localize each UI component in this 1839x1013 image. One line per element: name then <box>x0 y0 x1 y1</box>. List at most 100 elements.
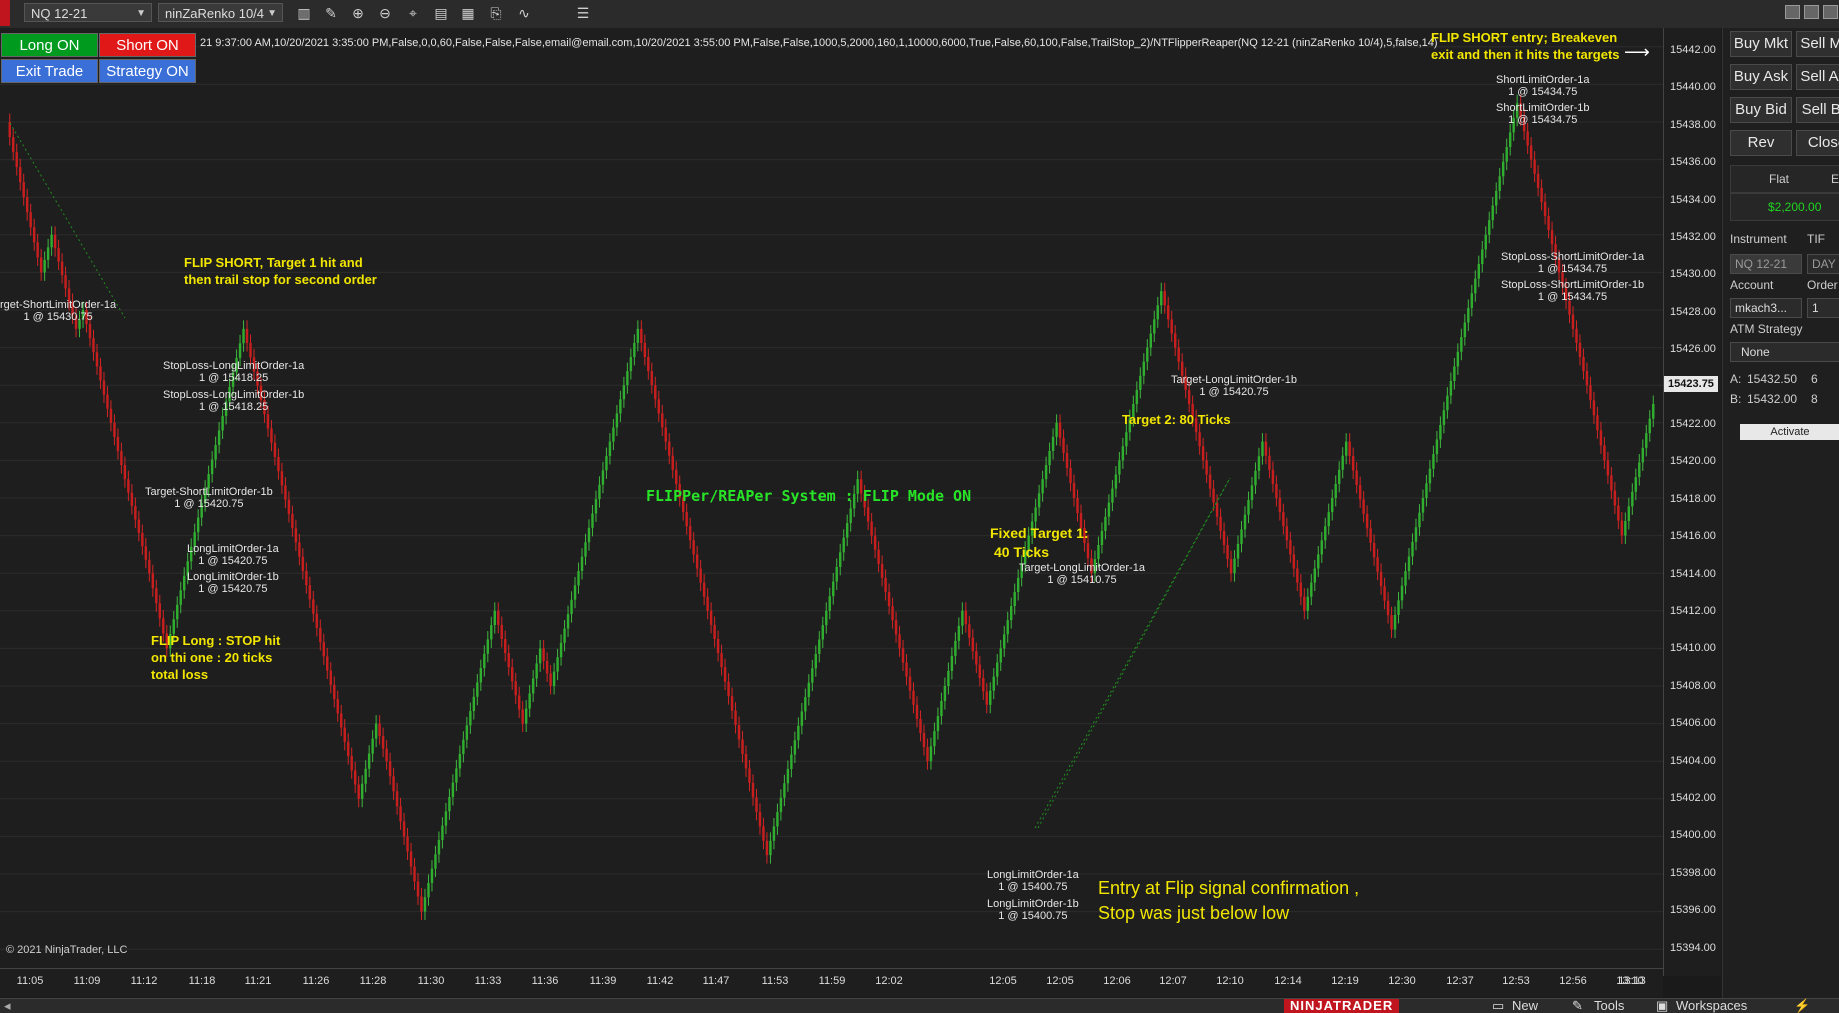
price-tick-label: 15430.00 <box>1670 268 1716 281</box>
time-tick-label: 11:12 <box>130 975 158 987</box>
candle-down <box>1205 460 1208 475</box>
order-label-name: ShortLimitOrder-1a <box>1496 74 1590 86</box>
candle-up <box>486 639 490 654</box>
order-label-name: Target-LongLimitOrder-1a <box>1019 562 1145 574</box>
order-qty-field[interactable]: 1 <box>1807 298 1839 318</box>
candle-down <box>901 648 905 663</box>
strategy-parameters-text: 21 9:37:00 AM,10/20/2021 3:35:00 PM,Fals… <box>200 37 1438 49</box>
candle-down <box>1592 400 1596 416</box>
instrument-field[interactable]: NQ 12-21 <box>1730 254 1802 274</box>
candle-down <box>748 768 751 783</box>
data-box-icon[interactable]: ▦ <box>459 4 477 22</box>
candle-down <box>1620 520 1624 536</box>
candle-up <box>999 648 1002 663</box>
properties-icon[interactable]: ▤ <box>432 4 450 22</box>
candle-down <box>333 684 336 700</box>
price-axis[interactable]: 15442.00 15440.00 15438.00 15436.00 15434.00… <box>1663 28 1721 976</box>
menu-icon[interactable]: ☰ <box>574 4 592 22</box>
atm-strategy-field[interactable]: None <box>1730 342 1839 362</box>
bar-chart-icon[interactable]: ▥ <box>295 4 313 22</box>
short-on-button[interactable]: Short ON <box>99 33 196 57</box>
candle-up <box>629 357 633 372</box>
minimize-window-button[interactable] <box>1785 5 1800 19</box>
annotation-line: exit and then it hits the targets <box>1431 47 1620 62</box>
price-tick-label: 15416.00 <box>1670 530 1716 543</box>
position-box: Flat Entry <box>1730 165 1839 193</box>
sell-bid-button[interactable]: Sell Bid <box>1796 97 1839 123</box>
long-on-button[interactable]: Long ON <box>1 33 98 57</box>
time-tick-label: 12:56 <box>1559 975 1587 987</box>
buy-ask-button[interactable]: Buy Ask <box>1730 64 1792 90</box>
strategy-on-button[interactable]: Strategy ON <box>99 59 196 83</box>
candle-up <box>1160 291 1163 306</box>
close-window-button[interactable] <box>1823 5 1838 19</box>
candle-up <box>214 445 217 460</box>
candle-down <box>1296 568 1299 583</box>
candle-down <box>57 248 60 262</box>
instrument-selector[interactable]: NQ 12-21 ▼ <box>24 3 152 22</box>
candle-down <box>350 756 353 771</box>
bar-type-selector[interactable]: ninZaRenko 10/4 ▼ <box>158 3 283 22</box>
candle-up <box>528 693 531 709</box>
order-label-qty: 1 @ 15418.25 <box>198 372 269 384</box>
candle-down <box>1578 342 1582 357</box>
time-tick-label: 11:30 <box>417 975 445 987</box>
sell-ask-button[interactable]: Sell Ask <box>1796 64 1839 90</box>
candle-up <box>828 596 831 611</box>
workspaces-menu[interactable]: Workspaces <box>1676 999 1747 1013</box>
candle-down <box>741 739 744 754</box>
candle-down <box>123 465 127 480</box>
tools-menu[interactable]: Tools <box>1594 999 1624 1013</box>
account-field[interactable]: mkach3... <box>1730 298 1802 318</box>
candle-down <box>661 413 664 428</box>
candle-down <box>155 588 158 604</box>
candle-down <box>542 648 545 661</box>
crosshair-icon[interactable]: ⌖ <box>404 4 422 22</box>
candle-up <box>608 441 612 456</box>
close-position-button[interactable]: Close <box>1796 130 1839 156</box>
buy-market-button[interactable]: Buy Mkt <box>1730 31 1792 57</box>
candle-up <box>1041 479 1044 494</box>
candle-down <box>326 656 329 671</box>
time-tick-label: 11:26 <box>302 975 330 987</box>
candle-up <box>1491 205 1494 221</box>
tif-field[interactable]: DAY <box>1807 254 1839 274</box>
zoom-in-icon[interactable]: ⊕ <box>349 4 367 22</box>
candle-down <box>706 596 709 611</box>
window-color-tab[interactable] <box>0 0 10 26</box>
candle-up <box>1107 502 1111 517</box>
time-tick-label: 11:18 <box>188 975 216 987</box>
price-tick-label: 15426.00 <box>1670 343 1716 356</box>
exit-trade-button[interactable]: Exit Trade <box>1 59 98 83</box>
account-label: Account <box>1730 278 1774 292</box>
strategy-icon[interactable]: ⎘ <box>487 4 505 22</box>
activate-button[interactable]: Activate <box>1740 424 1839 440</box>
reverse-button[interactable]: Rev <box>1730 130 1792 156</box>
candle-up <box>1393 614 1397 630</box>
candle-down <box>1076 498 1079 514</box>
candle-up <box>238 343 242 358</box>
annotation-line: FLIP SHORT entry; Breakeven <box>1431 30 1618 45</box>
candle-down <box>723 667 727 682</box>
candle-down <box>305 570 308 586</box>
pencil-icon[interactable]: ✎ <box>322 4 340 22</box>
candle-down <box>15 152 18 168</box>
sell-market-button[interactable]: Sell Mkt <box>1796 31 1839 57</box>
candle-up <box>1648 418 1651 434</box>
candle-down <box>1606 460 1610 476</box>
order-label: ShortLimitOrder-1a 1 @ 15434.75 <box>1496 74 1590 98</box>
candle-down <box>720 653 723 668</box>
candle-up <box>793 740 797 755</box>
candle-up <box>779 797 783 813</box>
candle-down <box>727 681 730 697</box>
scroll-left-icon[interactable]: ◂ <box>4 999 11 1013</box>
new-menu[interactable]: New <box>1512 999 1538 1013</box>
candle-up <box>821 625 824 640</box>
buy-bid-button[interactable]: Buy Bid <box>1730 97 1792 123</box>
candle-down <box>395 791 399 807</box>
zoom-out-icon[interactable]: ⊖ <box>376 4 394 22</box>
candle-up <box>961 610 964 626</box>
indicator-icon[interactable]: ∿ <box>515 4 533 22</box>
candle-up <box>1467 307 1470 323</box>
maximize-window-button[interactable] <box>1804 5 1819 19</box>
